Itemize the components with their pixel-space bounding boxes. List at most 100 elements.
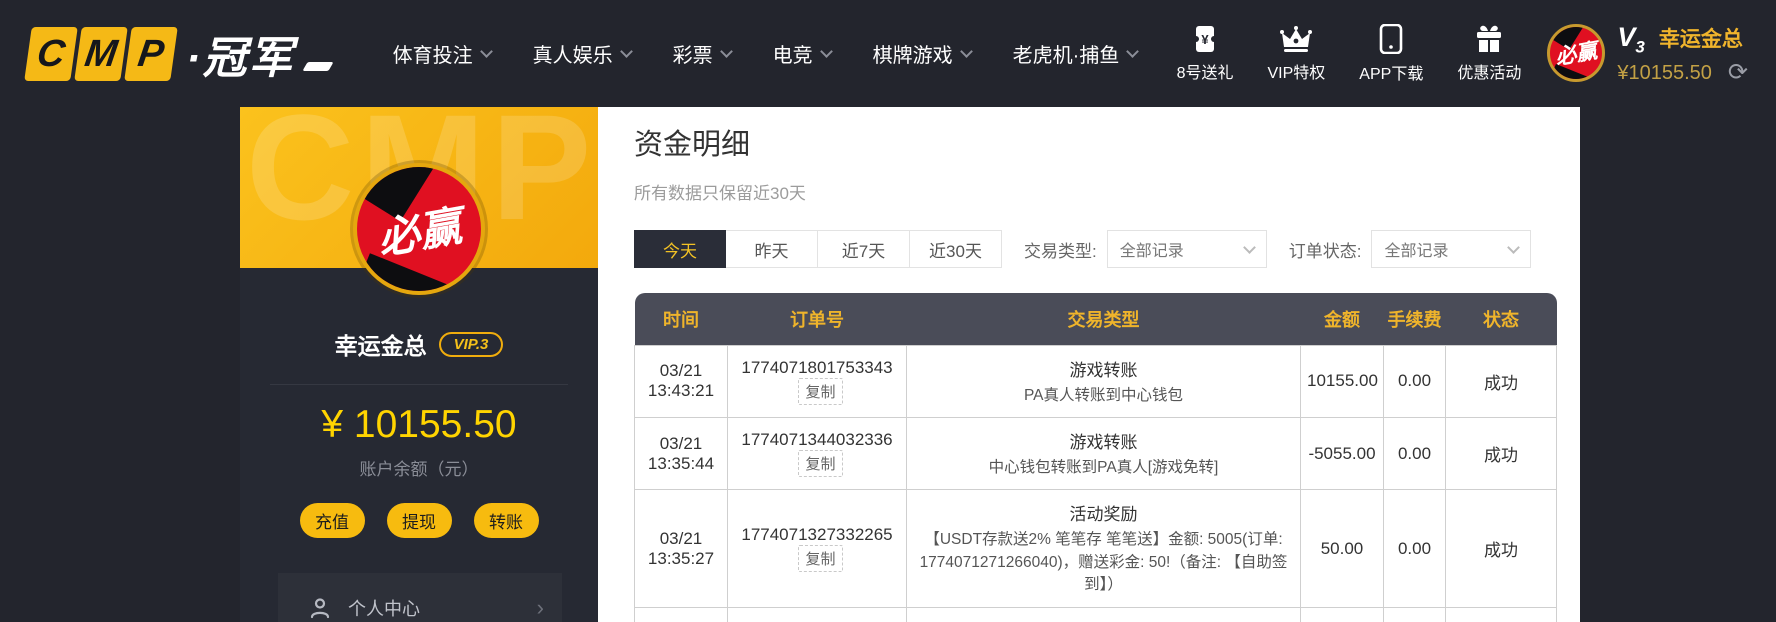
cell-time: 03/21 13:35:27 <box>634 489 728 608</box>
nav-item-label: 体育投注 <box>392 45 473 67</box>
username: 幸运金总 <box>1658 27 1743 51</box>
status-badge: 成功 <box>1445 344 1557 418</box>
type-main: 游戏转账 <box>1069 360 1138 380</box>
avatar-text: 必赢 <box>1553 39 1600 70</box>
nav-item-label: 彩票 <box>672 45 713 67</box>
cell-order-no: 1774071327332265复制 <box>727 489 907 608</box>
nav-item-lottery[interactable]: 彩票 <box>672 39 733 68</box>
chevron-down-icon <box>1242 240 1256 254</box>
divider <box>270 384 568 385</box>
chevron-down-icon <box>819 45 833 58</box>
chevron-right-icon: › <box>536 595 544 620</box>
top-nav-bar: C M P ·冠军 体育投注 真人娱乐 彩票 电竞 棋牌游戏 老虎机·捕鱼 ¥ … <box>0 0 1776 107</box>
nav-item-slots-fishing[interactable]: 老虎机·捕鱼 <box>1013 39 1140 68</box>
cell-amount: 50.00 <box>1300 489 1384 608</box>
vip-privilege-button[interactable]: VIP特权 <box>1267 25 1326 83</box>
nav-item-sports[interactable]: 体育投注 <box>392 39 493 68</box>
col-header-order-no: 订单号 <box>727 293 907 345</box>
vip-badge: VIP.3 <box>438 331 504 357</box>
nav-item-label: 电竞 <box>772 45 813 67</box>
type-main: 游戏转账 <box>1069 432 1138 452</box>
status-badge: 成功 <box>1445 489 1557 608</box>
col-header-time: 时间 <box>634 293 728 345</box>
type-detail: 中心钱包转账到PA真人[游戏免转] <box>988 458 1219 476</box>
logo-letter: P <box>124 26 178 81</box>
profile-username: 幸运金总 <box>334 333 427 359</box>
table-header-row: 时间 订单号 交易类型 金额 手续费 状态 <box>634 293 1557 345</box>
cell-type: 存款 K豆钱包-稍后选择 充值 <box>906 606 1301 622</box>
cell-fee: 0.00 <box>1383 344 1446 418</box>
nav-item-board-games[interactable]: 棋牌游戏 <box>873 39 973 68</box>
select-value: 全部记录 <box>1384 243 1449 260</box>
sidebar: CMP 必赢 幸运金总 VIP.3 ¥ 10155.50 账户余额（元） 充值 … <box>240 107 598 622</box>
promotions-button[interactable]: 优惠活动 <box>1457 24 1521 83</box>
col-header-type: 交易类型 <box>906 293 1301 345</box>
order-status-select[interactable]: 全部记录 <box>1371 230 1532 268</box>
header-balance: ¥10155.50 <box>1617 61 1712 84</box>
crown-icon <box>1280 25 1313 52</box>
sidebar-item-label: 个人中心 <box>348 599 420 619</box>
tab-today[interactable]: 今天 <box>634 230 726 268</box>
user-avatar[interactable]: 必赢 <box>1547 24 1606 83</box>
quick-link-label: APP下载 <box>1359 65 1424 83</box>
filter-label: 订单状态: <box>1288 241 1362 261</box>
copy-button[interactable]: 复制 <box>798 377 843 405</box>
select-value: 全部记录 <box>1119 243 1184 260</box>
ticket-icon: ¥ <box>1193 25 1218 52</box>
cell-amount: 5005.00 <box>1300 606 1384 622</box>
logo-suffix: ·冠军 <box>186 33 295 83</box>
chevron-down-icon <box>479 45 493 58</box>
cell-time: 03/21 13:35:44 <box>634 416 728 491</box>
tab-last-7-days[interactable]: 近7天 <box>818 230 910 268</box>
cell-fee: 0.00 <box>1383 489 1446 608</box>
site-logo[interactable]: C M P ·冠军 <box>24 22 334 86</box>
nav-item-label: 真人娱乐 <box>532 45 613 67</box>
order-status-filter: 订单状态: 全部记录 <box>1289 230 1532 268</box>
tab-last-30-days[interactable]: 近30天 <box>910 230 1002 268</box>
person-icon <box>310 598 330 619</box>
table-row: 03/21 13:43:21 1774071801753343复制 游戏转账 P… <box>634 344 1557 418</box>
type-detail: 【USDT存款送2% 笔笔存 笔笔送】金额: 5005(订单: 17740712… <box>919 531 1288 594</box>
order-number: 1774071801753343 <box>741 357 893 377</box>
transaction-type-select[interactable]: 全部记录 <box>1106 230 1267 268</box>
sidebar-item-personal-center[interactable]: 个人中心 › <box>278 573 562 622</box>
app-download-button[interactable]: APP下载 <box>1359 23 1424 84</box>
nav-item-live-casino[interactable]: 真人娱乐 <box>532 39 633 68</box>
refresh-icon[interactable]: ⟳ <box>1728 61 1748 85</box>
user-meta: V3 幸运金总 ¥10155.50 ⟳ <box>1617 22 1748 85</box>
gift-no8-button[interactable]: ¥ 8号送礼 <box>1177 25 1234 83</box>
type-main: 活动奖励 <box>1069 505 1138 525</box>
order-number: 1774071327332265 <box>741 525 893 545</box>
transactions-table: 时间 订单号 交易类型 金额 手续费 状态 03/21 13:43:21 177… <box>634 293 1557 622</box>
logo-letter: C <box>24 26 78 81</box>
col-header-status: 状态 <box>1445 293 1557 345</box>
copy-button[interactable]: 复制 <box>798 450 843 478</box>
cell-amount: -5055.00 <box>1300 416 1384 491</box>
vip-level: V3 <box>1617 21 1645 57</box>
status-badge: 成功 <box>1445 416 1557 491</box>
type-detail: PA真人转账到中心钱包 <box>1023 386 1184 404</box>
order-number: 1774071344032336 <box>741 430 893 450</box>
tab-yesterday[interactable]: 昨天 <box>726 230 818 268</box>
user-block: 必赢 V3 幸运金总 ¥10155.50 ⟳ <box>1547 22 1748 85</box>
cell-order-no: 1774071271266040复制 <box>727 606 907 622</box>
profile-avatar[interactable]: 必赢 <box>353 163 485 295</box>
transfer-button[interactable]: 转账 <box>473 503 539 538</box>
date-range-tabs: 今天 昨天 近7天 近30天 <box>634 230 1002 268</box>
account-balance: ¥ 10155.50 <box>321 403 517 446</box>
logo-letter: M <box>74 26 128 81</box>
quick-link-label: VIP特权 <box>1267 64 1326 82</box>
withdraw-button[interactable]: 提现 <box>386 503 452 538</box>
cell-order-no: 1774071344032336复制 <box>727 416 907 491</box>
filter-controls: 今天 昨天 近7天 近30天 交易类型: 全部记录 订单状态: 全部记录 <box>634 230 1580 268</box>
logo-dash-decoration <box>302 62 334 71</box>
avatar-text: 必赢 <box>374 201 465 263</box>
nav-item-esports[interactable]: 电竞 <box>772 39 833 68</box>
copy-button[interactable]: 复制 <box>798 545 843 573</box>
status-badge: 成功 <box>1445 606 1557 622</box>
wallet-actions: 充值 提现 转账 <box>240 503 598 538</box>
account-balance-label: 账户余额（元） <box>359 460 479 479</box>
col-header-fee: 手续费 <box>1383 293 1446 345</box>
deposit-button[interactable]: 充值 <box>299 503 365 538</box>
table-row: 03/21 13:35:27 1774071327332265复制 活动奖励 【… <box>634 489 1557 608</box>
